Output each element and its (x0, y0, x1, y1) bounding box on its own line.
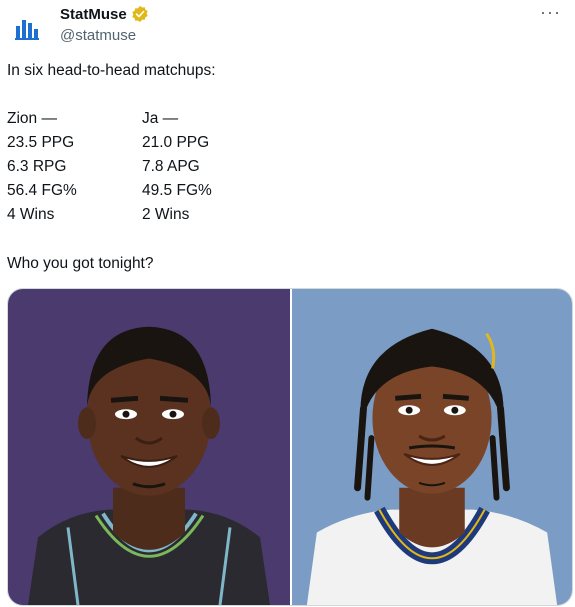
stat-right: 7.8 APG (142, 158, 200, 175)
author-name[interactable]: StatMuse (60, 6, 127, 23)
more-dots-icon[interactable]: ··· (540, 2, 561, 23)
stat-left: Zion — (7, 110, 57, 127)
zion-illustration[interactable] (8, 289, 290, 605)
stat-right: 49.5 FG% (142, 182, 212, 199)
ja-illustration[interactable] (292, 289, 572, 605)
tweet-card[interactable]: StatMuse @statmuse ··· In six head-to-he… (0, 0, 575, 607)
stat-left: 56.4 FG% (7, 182, 77, 199)
stats-row: 56.4 FG% 49.5 FG% (7, 182, 307, 206)
tweet-question: Who you got tonight? (7, 255, 154, 272)
media-grid[interactable] (7, 288, 573, 606)
stats-row: 23.5 PPG 21.0 PPG (7, 134, 307, 158)
avatar[interactable] (8, 8, 48, 48)
stat-right: 21.0 PPG (142, 134, 210, 151)
statmuse-logo-icon (15, 20, 39, 40)
stat-left: 6.3 RPG (7, 158, 67, 175)
stats-row: 6.3 RPG 7.8 APG (7, 158, 307, 182)
stats-row: Zion — Ja — (7, 110, 307, 134)
stats-row: 4 Wins 2 Wins (7, 206, 307, 230)
stat-left: 23.5 PPG (7, 134, 75, 151)
stat-right: Ja — (142, 110, 179, 127)
stat-left: 4 Wins (7, 206, 55, 223)
verified-badge-icon (131, 5, 148, 23)
tweet-intro: In six head-to-head matchups: (7, 62, 216, 79)
author-handle[interactable]: @statmuse (60, 27, 136, 44)
stat-right: 2 Wins (142, 206, 190, 223)
stats-table: Zion — Ja — 23.5 PPG 21.0 PPG 6.3 RPG 7.… (7, 110, 307, 230)
